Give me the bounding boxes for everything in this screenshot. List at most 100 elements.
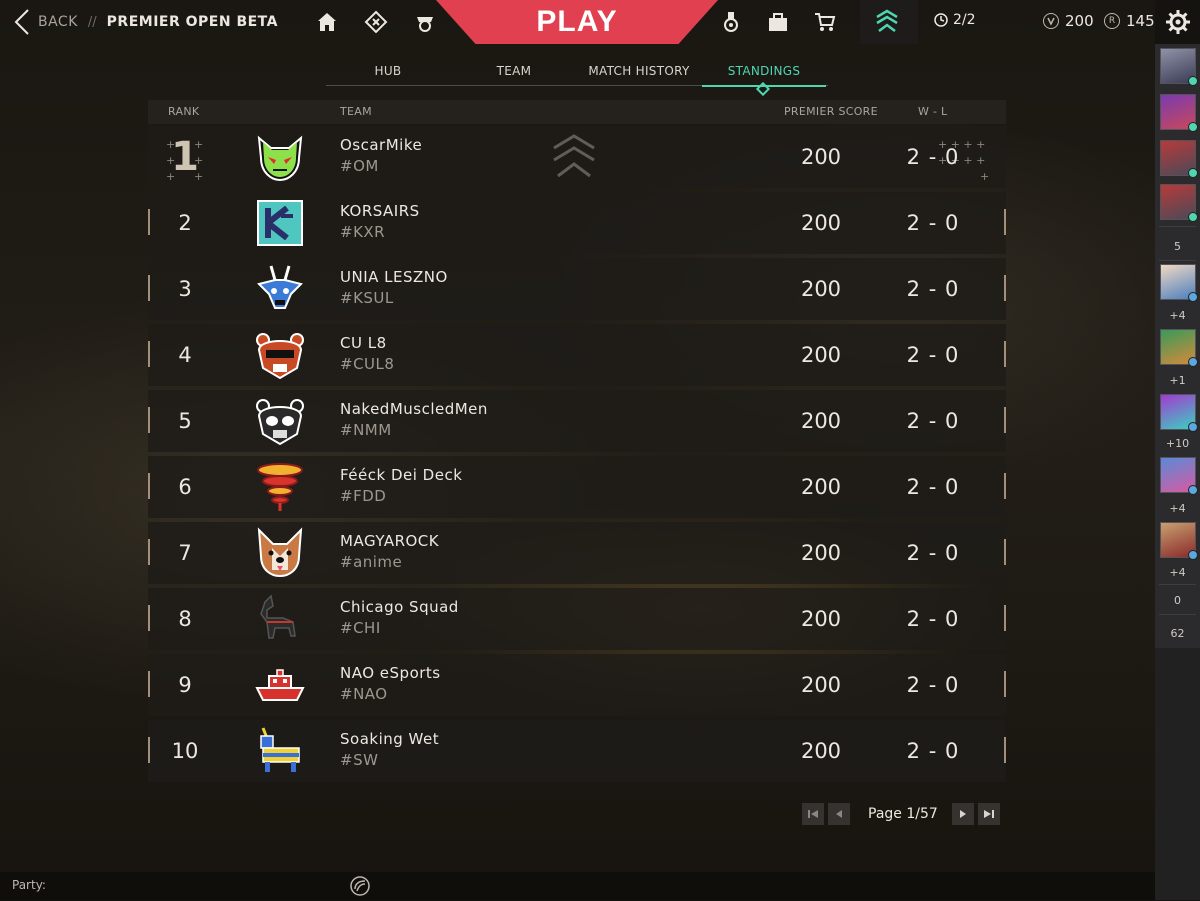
table-row[interactable]: 7 MAGYAROCK #anime 200 2 - 0 — [148, 522, 1006, 584]
group-count: +10 — [1165, 437, 1190, 450]
table-row[interactable]: 8 Chicago Squad #CHI 200 2 - 0 — [148, 588, 1006, 650]
friend-avatar[interactable] — [1160, 329, 1198, 367]
win-loss: 2 - 0 — [906, 409, 960, 433]
tab-team-label: TEAM — [496, 64, 532, 78]
tab-team[interactable]: TEAM — [452, 56, 576, 86]
tab-match-history[interactable]: MATCH HISTORY — [577, 56, 701, 86]
back-button[interactable]: BACK // PREMIER OPEN BETA — [10, 8, 278, 36]
next-page-icon[interactable] — [951, 803, 974, 825]
collection-icon[interactable] — [764, 8, 792, 36]
group-count: +4 — [1169, 309, 1186, 322]
team-logo-oscarmike-icon — [257, 135, 303, 182]
agents-icon[interactable] — [362, 8, 390, 36]
table-row[interactable]: 5 NakedMuscledMen #NMM 200 2 - 0 — [148, 390, 1006, 452]
store-icon[interactable] — [811, 8, 839, 36]
team-logo-nmm-icon — [256, 399, 304, 446]
home-icon[interactable] — [313, 8, 341, 36]
tab-hub[interactable]: HUB — [326, 56, 450, 86]
column-win-loss: W - L — [918, 105, 948, 118]
team-name: Chicago Squad — [340, 598, 459, 616]
friend-avatar[interactable] — [1160, 457, 1198, 495]
rank-value: 4 — [178, 343, 192, 367]
first-page-icon[interactable] — [802, 803, 824, 825]
team-name: UNIA LESZNO — [340, 268, 448, 286]
premier-score: 200 — [800, 541, 842, 565]
table-row[interactable]: 2 KORSAIRS #KXR 200 2 - 0 — [148, 192, 1006, 254]
party-invite-icon[interactable] — [348, 875, 372, 901]
premier-score: 200 — [800, 607, 842, 631]
table-row[interactable]: 4 CU L8 #CUL8 200 2 - 0 — [148, 324, 1006, 386]
standings-table: + + + + + + + + + + + + + + + 1 OscarMike #OM… — [148, 126, 1006, 786]
team-name: Fééck Dei Deck — [340, 466, 463, 484]
premier-score: 200 — [800, 211, 842, 235]
team-tag: #NAO — [340, 685, 388, 703]
win-loss: 2 - 0 — [906, 475, 960, 499]
tab-standings-label: STANDINGS — [727, 64, 801, 78]
rank-value: 10 — [171, 739, 199, 763]
friend-avatar[interactable] — [1160, 394, 1198, 432]
offline-count: 0 — [1174, 594, 1181, 607]
team-name: KORSAIRS — [340, 202, 420, 220]
team-tag: #CUL8 — [340, 355, 395, 373]
premier-score: 200 — [800, 475, 842, 499]
column-rank: RANK — [168, 105, 200, 118]
column-premier-score: PREMIER SCORE — [784, 105, 878, 118]
last-page-icon[interactable] — [977, 803, 1000, 825]
team-tag: #KXR — [340, 223, 386, 241]
table-row[interactable]: 3 UNIA LESZNO #KSUL 200 2 - 0 — [148, 258, 1006, 320]
team-tag: #KSUL — [340, 289, 394, 307]
rank-value: 8 — [178, 607, 192, 631]
table-row[interactable]: 9 NAO eSports #NAO 200 2 - 0 — [148, 654, 1006, 716]
column-team: TEAM — [340, 105, 372, 118]
team-name: CU L8 — [340, 334, 387, 352]
social-rail: 5 +4 +1 +10 +4 +4 0 62 — [1155, 44, 1200, 900]
table-row[interactable]: 6 Fééck Dei Deck #FDD 200 2 - 0 — [148, 456, 1006, 518]
rank-value: 6 — [178, 475, 192, 499]
rp-icon: R — [1104, 13, 1120, 29]
rank-value: 9 — [178, 673, 192, 697]
breadcrumb-separator: // — [87, 14, 97, 30]
friend-avatar[interactable] — [1160, 184, 1198, 222]
team-logo-nao-ship-icon — [255, 669, 305, 701]
win-loss: 2 - 0 — [906, 277, 960, 301]
premier-icon[interactable] — [873, 8, 901, 36]
sub-tabs: HUB TEAM MATCH HISTORY STANDINGS — [326, 56, 828, 97]
vp-currency[interactable]: 200 — [1043, 12, 1094, 30]
battlepass-icon[interactable] — [717, 8, 745, 36]
team-tag: #anime — [340, 553, 403, 571]
tab-hub-label: HUB — [374, 64, 402, 78]
rank-value: 3 — [178, 277, 192, 301]
friend-avatar[interactable] — [1160, 140, 1198, 178]
team-name: MAGYAROCK — [340, 532, 440, 550]
tab-standings[interactable]: STANDINGS — [702, 56, 826, 97]
win-loss: 2 - 0 — [906, 673, 960, 697]
rank-value: 7 — [178, 541, 192, 565]
top-bar: BACK // PREMIER OPEN BETA PLAY 2/2 200 R… — [0, 0, 1155, 44]
friend-avatar[interactable] — [1160, 522, 1198, 560]
play-button[interactable]: PLAY — [436, 0, 718, 44]
online-friends-count: 5 — [1174, 240, 1181, 253]
table-row[interactable]: + + + + + + + + + + + + + + + 1 OscarMike #OM… — [148, 126, 1006, 188]
friend-avatar[interactable] — [1160, 48, 1198, 86]
win-loss: 2 - 0 — [906, 145, 960, 169]
team-logo-fdd-tornado-icon — [257, 463, 303, 511]
friend-avatar[interactable] — [1160, 94, 1198, 132]
premier-score: 200 — [800, 277, 842, 301]
party-label: Party: — [12, 878, 46, 892]
total-friends-count: 62 — [1170, 627, 1185, 640]
win-loss: 2 - 0 — [906, 211, 960, 235]
team-tag: #SW — [340, 751, 379, 769]
back-arrow-icon — [14, 9, 29, 35]
table-row[interactable]: 10 Soaking Wet #SW 200 2 - 0 — [148, 720, 1006, 782]
team-name: OscarMike — [340, 136, 423, 154]
friend-avatar[interactable] — [1160, 264, 1198, 302]
queue-count: 2/2 — [953, 12, 976, 28]
settings-gear-icon[interactable] — [1155, 0, 1200, 44]
career-icon[interactable] — [411, 8, 439, 36]
rp-currency[interactable]: R 145 — [1104, 12, 1155, 30]
prev-page-icon[interactable] — [828, 803, 850, 825]
premier-score: 200 — [800, 673, 842, 697]
premier-score: 200 — [800, 409, 842, 433]
premier-score: 200 — [800, 739, 842, 763]
team-logo-cu-l8-icon — [256, 333, 304, 380]
